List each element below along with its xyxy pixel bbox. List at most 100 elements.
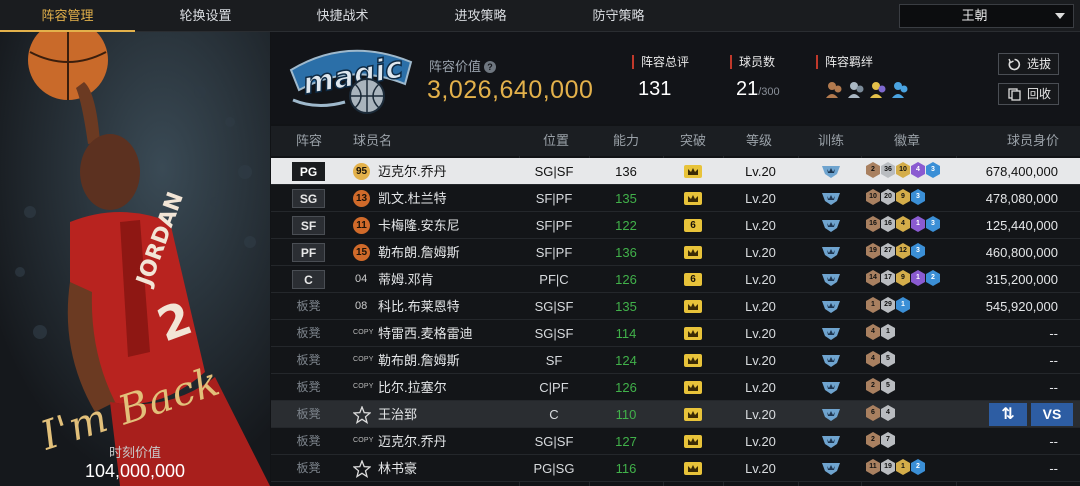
player-rating: 126 [615,380,637,395]
table-row[interactable]: PF 15 勒布朗.詹姆斯 SF|PF 136 Lv.20 19 27 12 3 460,800,0… [271,239,1080,266]
col-badges: 徽章 [893,133,920,148]
lineup-screen: 阵容管理 轮换设置 快捷战术 进攻策略 防守策略 王朝 JORDAN 2 I'm… [0,0,1080,486]
player-rating: 135 [615,299,637,314]
player-name[interactable]: 比尔.拉塞尔 [378,374,447,401]
player-value: -- [1049,326,1058,341]
player-position: SF [545,353,563,368]
player-name[interactable]: 迈克尔.乔丹 [378,158,447,185]
slot-position-tag: SF [292,216,325,235]
breakthrough-crown-icon[interactable] [684,462,702,475]
col-breakthrough: 突破 [679,133,706,148]
badge-count-hex: 3 [911,243,925,259]
player-name[interactable]: 林书豪 [378,455,417,482]
breakthrough-level-badge[interactable]: 6 [684,219,702,232]
badge-count-hex: 20 [881,189,895,205]
tab-rotation-settings[interactable]: 轮换设置 [138,0,273,32]
slot-bench-label: 板凳 [296,299,321,313]
breakthrough-crown-icon[interactable] [684,354,702,367]
breakthrough-crown-icon[interactable] [684,192,702,205]
total-rating-value: 131 [638,78,672,100]
breakthrough-crown-icon[interactable] [684,327,702,340]
table-row[interactable]: 板凳 COPY 迈克尔.乔丹 SG|SF 127 Lv.20 2 7 -- [271,428,1080,455]
training-icon[interactable] [821,299,841,314]
player-name[interactable]: 凯文.杜兰特 [378,185,447,212]
player-value: -- [1049,353,1058,368]
table-row[interactable]: PG 95 迈克尔.乔丹 SG|SF 136 Lv.20 2 36 10 4 3 678,400,00… [271,158,1080,185]
player-position: C [549,407,559,422]
table-row[interactable]: SF 11 卡梅隆.安东尼 SF|PF 122 6 Lv.20 16 16 4 1 3 125,440,… [271,212,1080,239]
slot-bench-label: 板凳 [296,407,321,421]
player-name[interactable]: 王治郅 [378,401,417,428]
player-name[interactable]: 卡梅隆.安东尼 [378,212,460,239]
breakthrough-crown-icon[interactable] [684,246,702,259]
player-name[interactable]: 勒布朗.詹姆斯 [378,347,460,374]
player-position: SF|PF [535,245,573,260]
table-row[interactable]: 板凳 王治郅 C 110 Lv.20 6 4 ⇅ VS [271,401,1080,428]
copy-badge: COPY [353,356,374,363]
help-icon[interactable]: ? [484,61,497,73]
table-row[interactable]: SG 13 凯文.杜兰特 SF|PF 135 Lv.20 10 20 9 3 478,080,000 [271,185,1080,212]
slot-position-tag: C [292,270,325,289]
breakthrough-level-badge[interactable]: 6 [684,273,702,286]
player-rating: 127 [615,434,637,449]
training-icon[interactable] [821,272,841,287]
table-row[interactable]: 板凳 COPY 特雷西.麦格雷迪 SG|SF 114 Lv.20 4 1 -- [271,320,1080,347]
player-name[interactable]: 迈克尔.乔丹 [378,428,447,455]
jersey-number-badge: 15 [353,244,370,261]
player-name[interactable]: 勒布朗.詹姆斯 [378,239,460,266]
table-row[interactable]: 板凳 COPY 勒布朗.詹姆斯 SF 124 Lv.20 4 5 -- [271,347,1080,374]
training-icon[interactable] [821,191,841,206]
player-rating: 126 [615,272,637,287]
badge-count-hex: 4 [911,162,925,178]
lineup-dropdown[interactable]: 王朝 [899,4,1074,28]
training-icon[interactable] [821,218,841,233]
recycle-button[interactable]: 回收 [998,83,1059,105]
tab-lineup-management[interactable]: 阵容管理 [0,0,135,32]
breakthrough-crown-icon[interactable] [684,300,702,313]
slot-position-tag: PG [292,162,325,181]
breakthrough-crown-icon[interactable] [684,165,702,178]
player-position: SF|PF [535,191,573,206]
badge-count-hex: 7 [881,432,895,448]
player-name[interactable]: 科比.布莱恩特 [378,293,460,320]
breakthrough-crown-icon[interactable] [684,408,702,421]
training-icon[interactable] [821,326,841,341]
player-position: PF|C [539,272,569,287]
chemistry-bronze-icon [826,82,842,98]
player-value: 678,400,000 [985,164,1058,179]
badge-count-hex: 2 [911,459,925,475]
lineup-value-label: 阵容价值? [429,56,497,75]
badge-count-hex: 3 [911,189,925,205]
training-icon[interactable] [821,353,841,368]
badge-count-hex: 1 [911,216,925,232]
training-icon[interactable] [821,407,841,422]
table-row[interactable]: 板凳 08 科比.布莱恩特 SG|SF 135 Lv.20 1 29 1 545,920,000 [271,293,1080,320]
badge-count-hex: 10 [896,162,910,178]
table-row[interactable]: 板凳 COPY 比尔.拉塞尔 C|PF 126 Lv.20 2 5 -- [271,374,1080,401]
total-rating-label: 阵容总评 [632,55,689,69]
table-row[interactable]: 板凳 林书豪 PG|SG 116 Lv.20 11 19 1 2 -- [271,455,1080,482]
player-name[interactable]: 蒂姆.邓肯 [378,266,434,293]
table-row[interactable]: C 04 蒂姆.邓肯 PF|C 126 6 Lv.20 14 17 9 1 2 315,200,000 [271,266,1080,293]
player-level: Lv.20 [745,191,776,206]
jersey-number: 08 [355,300,368,312]
badge-count-hex: 4 [881,405,895,421]
breakthrough-crown-icon[interactable] [684,435,702,448]
badge-count-hex: 11 [866,459,880,475]
training-icon[interactable] [821,434,841,449]
player-name[interactable]: 特雷西.麦格雷迪 [378,320,473,347]
chemistry-icons[interactable] [824,80,914,100]
tab-defense-strategy[interactable]: 防守策略 [551,0,686,32]
training-icon[interactable] [821,461,841,476]
training-icon[interactable] [821,380,841,395]
breakthrough-crown-icon[interactable] [684,381,702,394]
training-icon[interactable] [821,245,841,260]
training-icon[interactable] [821,164,841,179]
tab-offense-strategy[interactable]: 进攻策略 [413,0,548,32]
badge-count-hex: 9 [896,270,910,286]
swap-button[interactable]: ⇅ [989,403,1027,426]
tab-quick-tactics[interactable]: 快捷战术 [275,0,410,32]
badge-count-hex: 12 [896,243,910,259]
compare-vs-button[interactable]: VS [1031,403,1073,426]
select-button[interactable]: 选拔 [998,53,1059,75]
